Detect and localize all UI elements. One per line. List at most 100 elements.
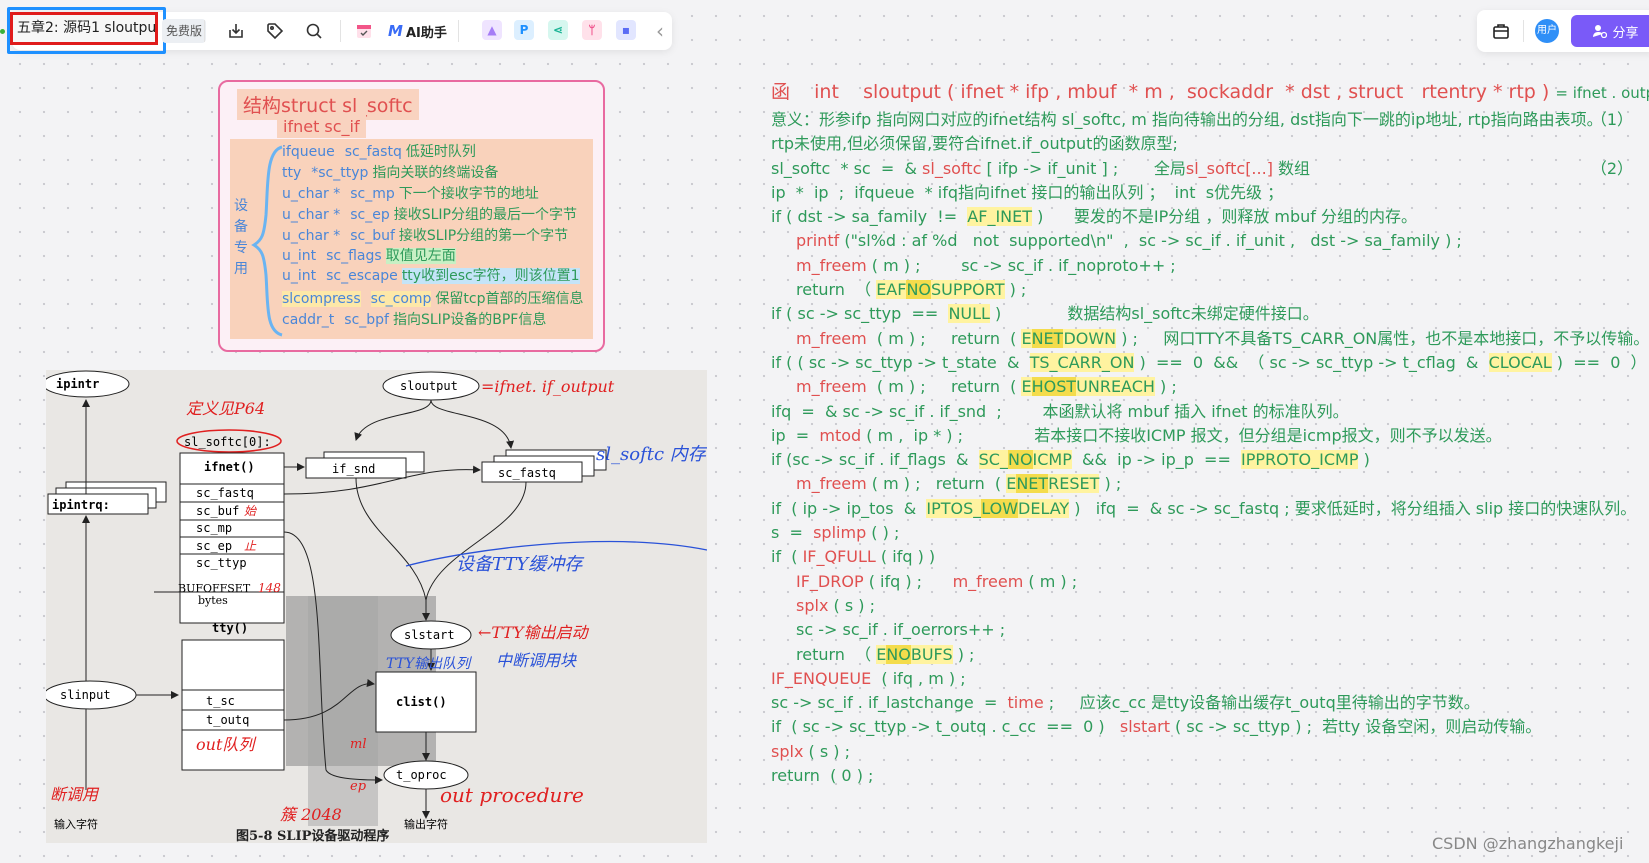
toolbar-divider	[458, 20, 459, 42]
code-highlight: IPTOS_	[926, 498, 982, 518]
label-slstart: slstart	[404, 628, 455, 642]
field-name: sc_buf	[350, 228, 395, 244]
code-highlight: AF_INET	[967, 207, 1033, 227]
label-tty: tty()	[212, 621, 248, 635]
code-text: [ ifp -> if_unit ] ; 全局	[981, 158, 1186, 178]
struct-sl-softc-card[interactable]: 结构struct sl_softc ifnet sc_if 设 备 专 用 if…	[218, 80, 605, 352]
vlabel-char: 备	[234, 219, 248, 235]
share-button[interactable]: 分享	[1571, 15, 1649, 47]
code-keyword: printf	[796, 231, 840, 251]
code-text: ) 数据结构sl_softc未绑定硬件接口。	[989, 304, 1319, 324]
search-icon[interactable]	[302, 19, 326, 43]
annotation-end: 止	[244, 539, 257, 553]
code-text: if ( ( sc -> sc_ttyp -> t_state &	[771, 352, 1030, 372]
annotation-start: 始	[244, 504, 257, 518]
label-sc-buf: sc_buf	[196, 504, 239, 518]
code-text: ( m ) ;	[1023, 571, 1078, 591]
tag-icon[interactable]	[263, 19, 287, 43]
field-type: u_int	[282, 248, 317, 264]
code-highlight: ICMP	[1032, 450, 1072, 470]
code-keyword: m_freem	[796, 377, 867, 397]
label-ipintrq: ipintrq:	[52, 498, 110, 512]
watermark: CSDN @zhangzhangkeji	[1432, 834, 1624, 853]
code-highlight: CLOCAL	[1488, 352, 1552, 372]
field-type: slcompress	[282, 291, 361, 307]
code-text: ( ifq ) ;	[863, 571, 953, 591]
code-line: m_freem ( m ) ; return ( EHOSTUNREACH ) …	[771, 375, 1641, 399]
annotation-148: 148	[258, 581, 281, 595]
code-text: if ( sc -> sc_ttyp ==	[771, 304, 949, 324]
code-line: sl_softc * sc = & sl_softc [ ifp -> if_u…	[771, 157, 1641, 181]
mindmap-app-icon[interactable]: ⋖	[548, 20, 568, 40]
code-text: 意义：形参ifp 指向网口对应的ifnet结构 sl_softc, m 指向待输…	[771, 110, 1603, 129]
image-app-icon[interactable]: ▲	[482, 20, 502, 40]
code-text: if ( dst -> sa_family !=	[771, 207, 968, 227]
code-text: ; 应该c_cc 是tty设备输出缓存t_outq里待输出的字节数。	[1043, 693, 1480, 713]
code-keyword: sl_softc	[922, 158, 982, 178]
code-text: ) == 0 ）	[1551, 352, 1647, 372]
user-avatar[interactable]: 用户	[1535, 19, 1559, 43]
code-text: ( s ) ;	[803, 741, 850, 761]
field-type: ifqueue	[282, 144, 335, 160]
flowchart-app-icon[interactable]: ᛘ	[582, 20, 602, 40]
code-text: if (	[771, 547, 803, 567]
briefcase-icon[interactable]	[1489, 19, 1513, 43]
code-line: rtp未使用,但必须保留,要符合ifnet.if_output的函数原型;	[771, 132, 1641, 156]
collapse-chevron-icon[interactable]: ‹	[648, 19, 672, 43]
code-text: return ( 0 ) ;	[771, 766, 874, 786]
code-highlight: EAF	[876, 280, 907, 300]
toolbar-divider	[1523, 20, 1524, 42]
annotation-tty-output-queue: TTY输出队列	[386, 656, 472, 672]
code-line: if ( ip -> ip_tos & IPTOS_LOWDELAY ) ifq…	[771, 497, 1641, 521]
code-keyword: IF_DROP	[796, 571, 864, 591]
code-keyword: sl_softc[...]	[1185, 158, 1273, 178]
code-keyword: splx	[771, 741, 804, 761]
document-title[interactable]: 五章2: 源码1 sloutput	[10, 12, 158, 45]
code-text: ( m ) ; sc -> sc_if . if_noproto++ ;	[866, 255, 1176, 275]
ai-assistant-button[interactable]: M AI助手	[388, 20, 447, 42]
code-keyword: 函 int sloutput ( ifnet * ifp , mbuf * m …	[771, 81, 1556, 103]
label-sc-ttyp: sc_ttyp	[196, 556, 247, 570]
chat-app-icon[interactable]: ▪	[616, 20, 636, 40]
code-line: m_freem ( m ) ; return ( ENETRESET ) ;	[771, 472, 1641, 496]
field-name: sc_fastq	[344, 144, 402, 160]
code-line: return ( 0 ) ;	[771, 764, 1641, 788]
code-highlight: RESET	[1048, 474, 1100, 494]
status-dot	[0, 29, 5, 34]
struct-field: u_char * sc_mp 下一个接收字节的地址	[282, 183, 539, 203]
download-icon[interactable]	[224, 19, 248, 43]
code-highlight: LOW	[981, 498, 1019, 518]
code-text: ip =	[771, 425, 820, 445]
field-desc: 低延时队列	[405, 144, 476, 160]
code-text: rtp未使用,但必须保留,要符合ifnet.if_output的函数原型;	[771, 134, 1178, 154]
code-text: ) ;	[1004, 280, 1027, 300]
code-text: ip * ip ; ifqueue * ifq指向ifnet 接口的输出队列 ；…	[771, 182, 1284, 202]
code-line: if ( sc -> sc_ttyp -> t_outq . c_cc == 0…	[771, 715, 1641, 739]
code-highlight: NET	[1016, 474, 1049, 494]
ai-assistant-label: AI助手	[405, 25, 447, 41]
sloutput-code-notes[interactable]: 函 int sloutput ( ifnet * ifp , mbuf * m …	[771, 80, 1649, 788]
label-sc-mp: sc_mp	[196, 521, 232, 535]
toolbar-divider	[204, 20, 205, 42]
calendar-icon[interactable]	[352, 19, 376, 43]
code-text: ( sc -> sc_ttyp ) ; 若tty 设备空闲，则启动传输。	[1169, 717, 1542, 737]
plan-badge[interactable]: 免费版	[162, 19, 207, 43]
code-text: if ( sc -> sc_ttyp -> t_outq . c_cc == 0…	[771, 717, 1120, 737]
p-app-icon[interactable]: P	[514, 20, 534, 40]
code-text: ( ifq , m ) ;	[871, 668, 966, 688]
title-highlight-frame: 五章2: 源码1 sloutput	[7, 7, 166, 54]
share-label: 分享	[1612, 25, 1639, 41]
field-name: sc_bpf	[344, 312, 389, 328]
add-user-icon	[1593, 25, 1608, 38]
field-desc: 取值见左面	[385, 248, 456, 264]
code-keyword: splx	[796, 595, 829, 615]
code-text: ( m , ip * ) ; 若本接口不接收ICMP 报文，但分组是icmp报文…	[861, 425, 1502, 445]
code-line: m_freem ( m ) ; sc -> sc_if . if_noproto…	[771, 254, 1641, 278]
field-desc: tty收到esc字符，则该位置1	[401, 268, 580, 284]
ai-logo-icon: M	[388, 22, 403, 40]
code-line: if (sc -> sc_if . if_flags & SC_NOICMP &…	[771, 448, 1641, 472]
code-line: s = splimp ( ) ;	[771, 521, 1641, 545]
code-line: if ( IF_QFULL ( ifq ) )	[771, 545, 1641, 569]
field-type: u_char *	[282, 207, 341, 223]
code-line: sc -> sc_if . if_oerrors++ ;	[771, 618, 1641, 642]
